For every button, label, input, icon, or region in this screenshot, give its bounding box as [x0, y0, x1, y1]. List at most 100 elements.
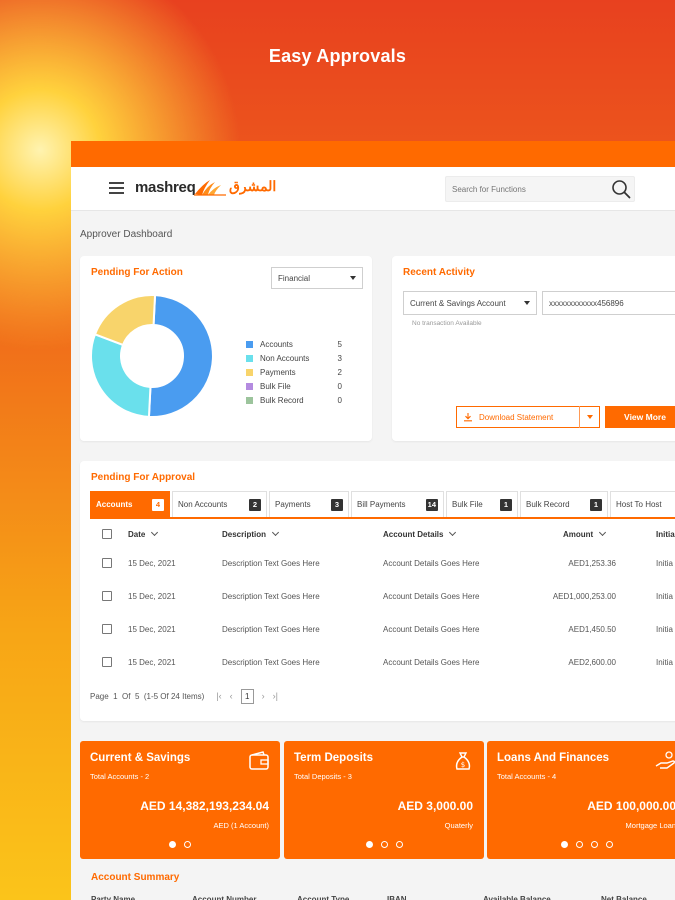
cell-amount: AED1,000,253.00 — [552, 591, 616, 601]
tab-accounts[interactable]: Accounts 4 — [90, 491, 170, 517]
pending-donut-chart — [90, 294, 214, 418]
cell-account-details: Account Details Goes Here — [383, 591, 480, 601]
money-bag-icon: $ — [455, 752, 471, 770]
legend-value: 2 — [337, 367, 342, 377]
row-checkbox[interactable] — [102, 657, 112, 667]
tab-label: Payments — [275, 500, 311, 509]
menu-icon[interactable] — [109, 182, 124, 194]
table-row[interactable]: 15 Dec, 2021 Description Text Goes Here … — [90, 547, 675, 579]
column-date[interactable]: Date — [128, 523, 159, 545]
account-card-current-savings[interactable]: Current & Savings Total Accounts - 2 AED… — [80, 741, 280, 859]
donut-slice-accounts[interactable] — [147, 294, 214, 418]
last-page-icon[interactable]: ›| — [273, 691, 278, 701]
row-checkbox[interactable] — [102, 591, 112, 601]
tab-payments[interactable]: Payments 3 — [269, 491, 349, 517]
legend-item: Non Accounts 3 — [246, 352, 342, 366]
column-description[interactable]: Description — [222, 523, 280, 545]
account-card-loans-and-finances[interactable]: Loans And Finances Total Accounts - 4 AE… — [487, 741, 675, 859]
tab-host-to-host[interactable]: Host To Host — [610, 491, 675, 517]
cell-date: 15 Dec, 2021 — [128, 558, 176, 568]
download-icon — [464, 413, 472, 422]
summary-column: Net Balance — [601, 895, 647, 900]
pagination: Page 1 Of 5 (1-5 Of 24 Items) |‹ ‹ 1 › ›… — [90, 687, 278, 705]
cell-description: Description Text Goes Here — [222, 591, 320, 601]
chevron-down-icon — [151, 528, 159, 537]
logo-text-en: mashreq — [135, 179, 196, 196]
card-note: Quaterly — [444, 821, 473, 830]
cell-amount: AED1,253.36 — [568, 558, 616, 568]
tab-label: Bill Payments — [357, 500, 406, 509]
account-card-term-deposits[interactable]: Term Deposits Total Deposits - 3 $ AED 3… — [284, 741, 484, 859]
tab-count-badge: 1 — [500, 498, 512, 511]
pager-total: 5 — [134, 691, 140, 701]
hand-coins-icon — [655, 751, 675, 769]
pager-range: (1-5 Of 24 Items) — [143, 691, 205, 701]
chevron-down-icon — [599, 528, 607, 537]
carousel-dot[interactable] — [169, 841, 176, 848]
table-row[interactable]: 15 Dec, 2021 Description Text Goes Here … — [90, 580, 675, 612]
legend-swatch — [246, 368, 253, 376]
summary-column: Account Number — [192, 895, 257, 900]
account-number-field[interactable] — [542, 291, 675, 315]
legend-label: Payments — [260, 367, 296, 377]
summary-column: Available Balance — [483, 895, 551, 900]
select-all-checkbox[interactable] — [102, 529, 112, 539]
column-amount[interactable]: Amount — [563, 523, 607, 545]
legend-value: 5 — [337, 340, 342, 350]
app-header: mashreq المشرق — [71, 167, 675, 211]
column-initiated[interactable]: Initia — [656, 523, 675, 545]
next-page-icon[interactable]: › — [262, 691, 265, 701]
summary-column: Party Name — [91, 895, 136, 900]
card-title: Current & Savings — [90, 752, 191, 764]
category-select[interactable]: Financial — [271, 267, 363, 289]
card-title: Loans And Finances — [497, 752, 610, 764]
tab-bulk-record[interactable]: Bulk Record 1 — [520, 491, 608, 517]
tab-bulk-file[interactable]: Bulk File 1 — [446, 491, 518, 517]
wallet-icon — [249, 751, 269, 770]
account-summary-title: Account Summary — [91, 872, 180, 883]
category-select-value: Financial — [278, 273, 311, 283]
carousel-dot[interactable] — [591, 841, 598, 848]
row-checkbox[interactable] — [102, 558, 112, 568]
legend-swatch — [246, 396, 253, 404]
prev-page-icon[interactable]: ‹ — [230, 691, 233, 701]
top-accent-bar — [71, 141, 675, 167]
cell-date: 15 Dec, 2021 — [128, 591, 176, 601]
search-icon[interactable] — [611, 179, 631, 199]
carousel-dot[interactable] — [576, 841, 583, 848]
cell-account-details: Account Details Goes Here — [383, 624, 480, 634]
tab-label: Non Accounts — [178, 500, 228, 509]
table-row[interactable]: 15 Dec, 2021 Description Text Goes Here … — [90, 613, 675, 645]
cell-initiated: Initia — [656, 624, 673, 634]
tab-bill-payments[interactable]: Bill Payments 14 — [351, 491, 444, 517]
tab-non-accounts[interactable]: Non Accounts 2 — [172, 491, 267, 517]
legend-item: Bulk Record 0 — [246, 393, 342, 407]
cell-description: Description Text Goes Here — [222, 558, 320, 568]
donut-slice-payments[interactable] — [93, 294, 157, 347]
current-page-button[interactable]: 1 — [240, 688, 254, 704]
carousel-dot[interactable] — [380, 841, 388, 848]
tab-label: Bulk File — [452, 500, 483, 509]
first-page-icon[interactable]: |‹ — [216, 691, 221, 701]
search-input[interactable] — [445, 176, 635, 202]
cell-initiated: Initia — [656, 657, 673, 667]
account-type-select[interactable]: Current & Savings Account — [403, 291, 537, 315]
table-row[interactable]: 15 Dec, 2021 Description Text Goes Here … — [90, 646, 675, 678]
carousel-dot[interactable] — [606, 841, 613, 848]
view-more-button[interactable]: View More — [605, 406, 675, 428]
carousel-dot[interactable] — [395, 841, 403, 848]
legend-value: 3 — [337, 354, 342, 364]
tab-count-badge: 14 — [425, 498, 438, 511]
tab-label: Accounts — [96, 500, 133, 509]
download-statement-button[interactable]: Download Statement — [456, 406, 600, 428]
carousel-dot[interactable] — [365, 841, 373, 848]
recent-activity-title: Recent Activity — [403, 267, 475, 278]
row-checkbox[interactable] — [102, 624, 112, 634]
donut-slice-non-accounts[interactable] — [90, 332, 152, 418]
carousel-dot[interactable] — [184, 841, 191, 848]
legend-item: Payments 2 — [246, 366, 342, 380]
column-account-details[interactable]: Account Details — [383, 523, 457, 545]
carousel-dot[interactable] — [561, 841, 568, 848]
card-subtitle: Total Accounts - 2 — [90, 772, 150, 781]
card-amount: AED 14,382,193,234.04 — [140, 799, 269, 813]
